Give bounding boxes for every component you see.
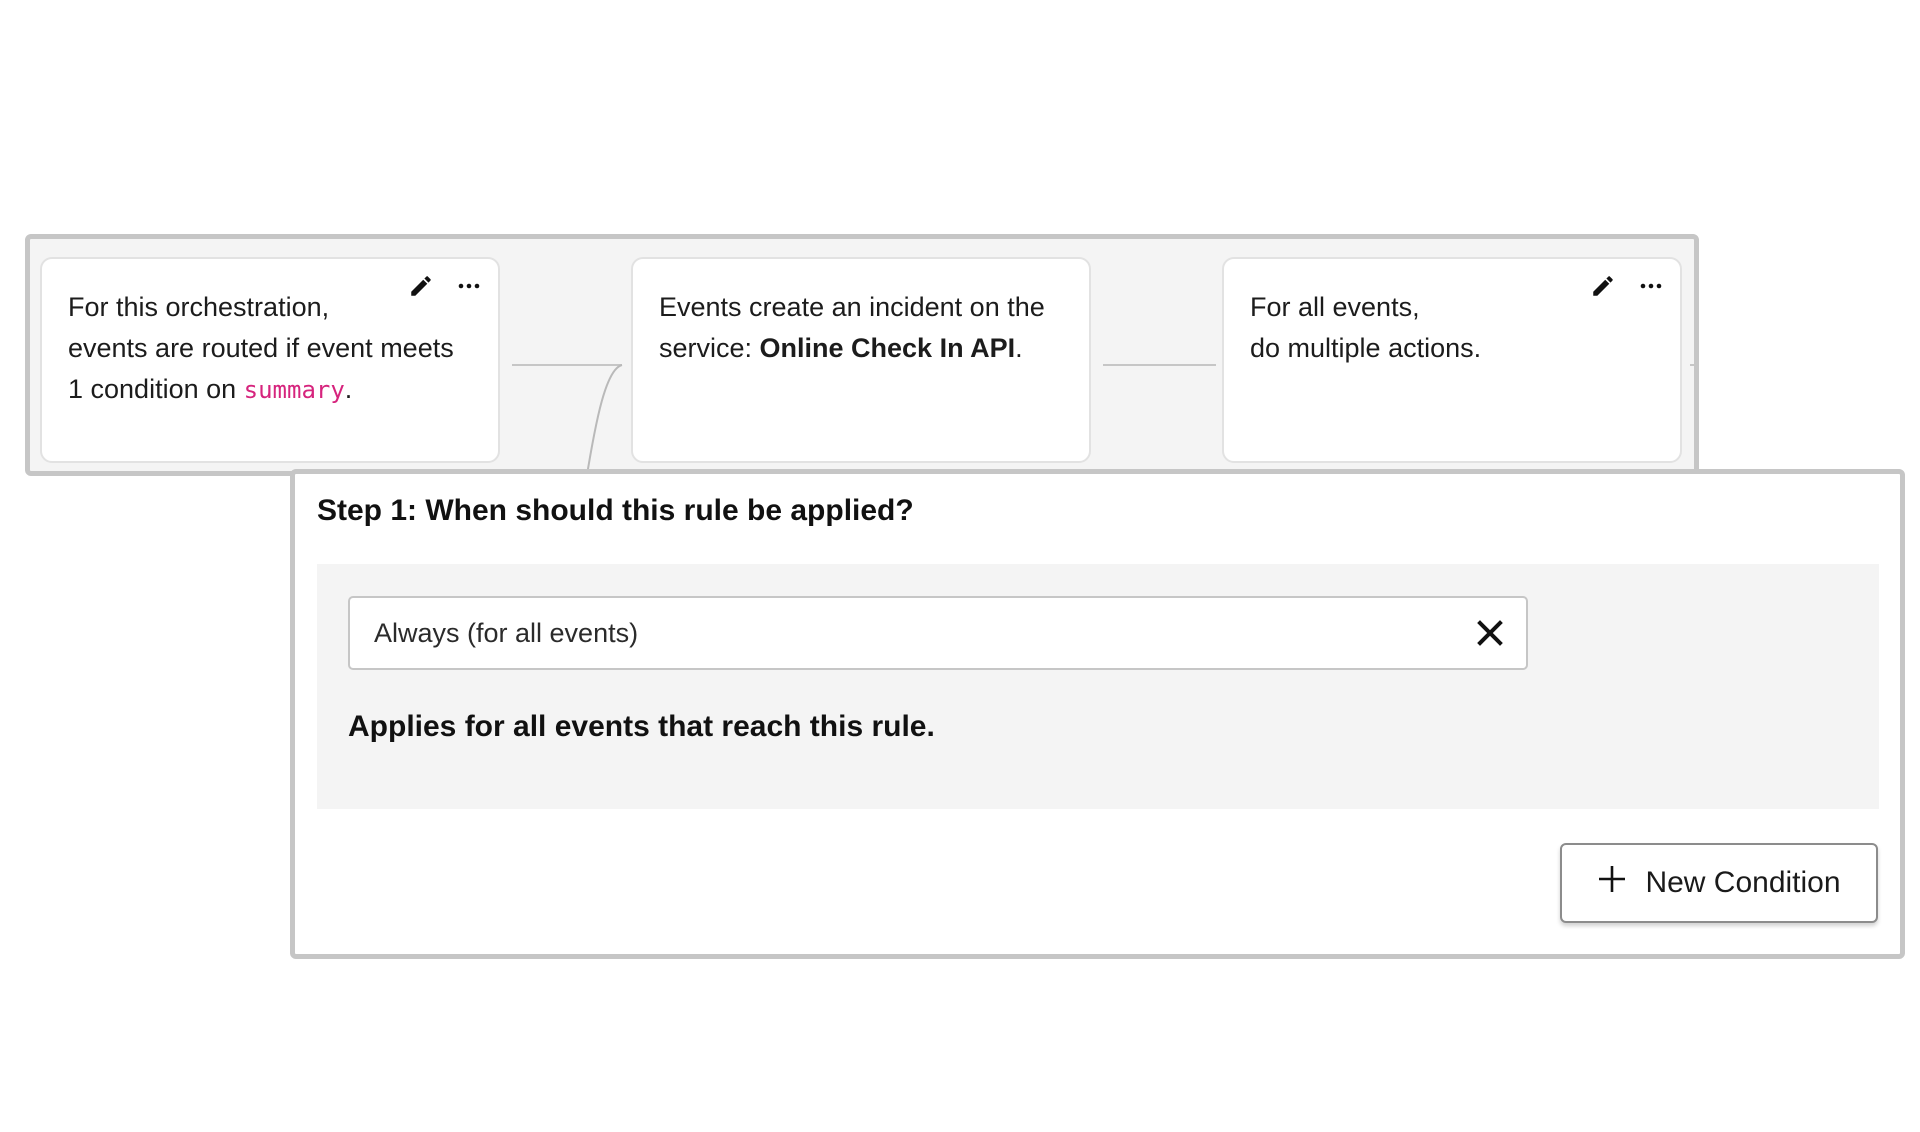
new-condition-label: New Condition xyxy=(1645,866,1841,899)
card-actions xyxy=(406,271,484,301)
condition-select[interactable]: Always (for all events) xyxy=(348,596,1528,670)
new-condition-button[interactable]: New Condition xyxy=(1560,843,1878,923)
event-field-name: summary xyxy=(243,376,345,404)
pencil-icon[interactable] xyxy=(406,271,436,301)
flow-connector-stub xyxy=(1690,364,1696,366)
condition-description: Applies for all events that reach this r… xyxy=(348,710,935,743)
orchestration-flow-panel: For this orchestration, events are route… xyxy=(25,234,1699,481)
card-text-line: do multiple actions. xyxy=(1250,333,1482,363)
more-horizontal-icon[interactable] xyxy=(454,271,484,301)
plus-icon xyxy=(1597,864,1627,902)
close-icon[interactable] xyxy=(1472,615,1508,651)
rule-step-panel: Step 1: When should this rule be applied… xyxy=(290,469,1905,959)
actions-rule-card[interactable]: For all events, do multiple actions. xyxy=(1222,257,1682,463)
card-text: service: xyxy=(659,333,760,363)
card-text: . xyxy=(1015,333,1023,363)
routing-rule-card[interactable]: For this orchestration, events are route… xyxy=(40,257,500,463)
card-text: . xyxy=(344,374,353,404)
card-text-line: events are routed if event meets xyxy=(68,333,454,363)
pencil-icon[interactable] xyxy=(1588,271,1618,301)
service-route-card[interactable]: Events create an incident on the service… xyxy=(631,257,1091,463)
stage: For this orchestration, events are route… xyxy=(0,0,1920,1132)
more-horizontal-icon[interactable] xyxy=(1636,271,1666,301)
service-name: Online Check In API xyxy=(759,333,1016,363)
card-text-line: Events create an incident on the xyxy=(659,292,1045,322)
card-actions xyxy=(1588,271,1666,301)
condition-select-value: Always (for all events) xyxy=(374,617,639,648)
flow-connector xyxy=(1103,364,1216,366)
card-text-line: 1 condition on summary. xyxy=(68,369,472,411)
condition-area: Always (for all events) Applies for all … xyxy=(317,564,1879,809)
card-text-line: service: Online Check In API. xyxy=(659,328,1063,369)
step-title: Step 1: When should this rule be applied… xyxy=(317,494,914,527)
card-text: 1 condition on xyxy=(68,374,244,404)
flow-connector xyxy=(512,364,623,481)
